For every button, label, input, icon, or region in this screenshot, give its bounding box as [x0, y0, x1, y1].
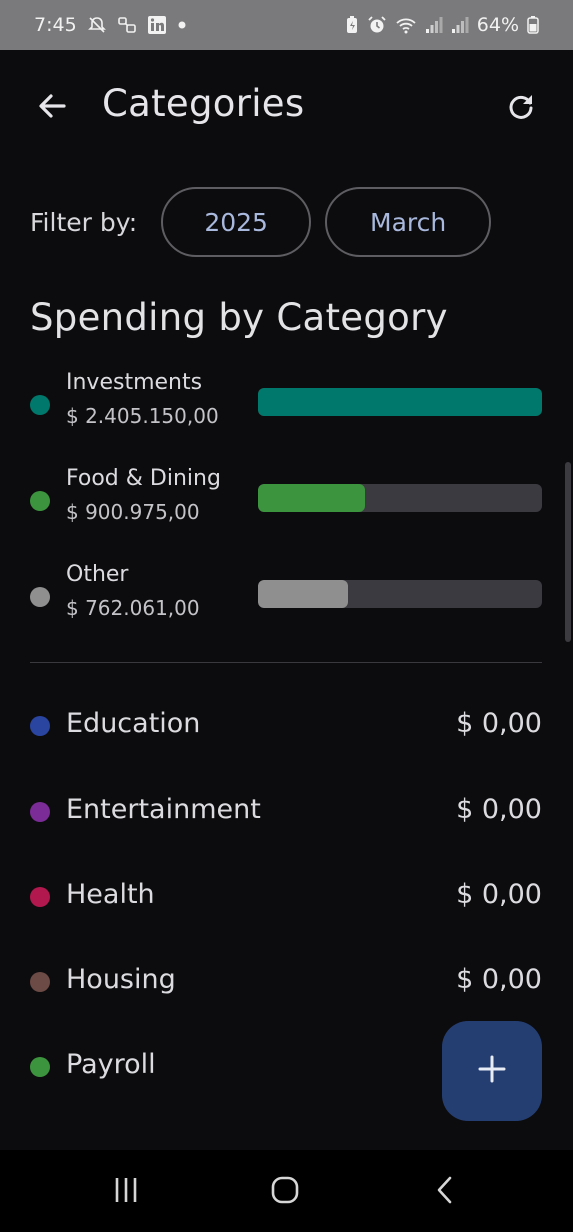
spending-row-other[interactable]: Other $ 762.061,00 [30, 562, 542, 632]
back-icon [431, 1175, 461, 1209]
spending-bar-fill [258, 580, 349, 608]
category-name: Payroll [66, 1049, 156, 1080]
clock: 7:45 [34, 14, 77, 36]
spending-bar-fill [258, 484, 365, 512]
link-icon [117, 15, 137, 35]
dot-icon [177, 20, 187, 30]
signal-icon [425, 15, 443, 35]
back-button[interactable] [30, 86, 74, 130]
spending-bar-track [258, 484, 542, 512]
category-color-dot [30, 972, 50, 992]
category-name: Entertainment [66, 794, 261, 825]
status-bar: 7:45 64% [0, 0, 573, 50]
alarm-icon [367, 15, 387, 35]
category-amount: $ 2.405.150,00 [66, 404, 219, 428]
refresh-icon [505, 90, 537, 126]
recent-apps-button[interactable] [96, 1170, 156, 1214]
category-row-education[interactable]: Education $ 0,00 [30, 696, 542, 756]
category-color-dot [30, 491, 50, 511]
category-amount: $ 0,00 [456, 964, 542, 995]
category-row-entertainment[interactable]: Entertainment $ 0,00 [30, 782, 542, 842]
category-name: Other [66, 562, 129, 587]
category-row-health[interactable]: Health $ 0,00 [30, 867, 542, 927]
filter-row: Filter by: 2025 March [30, 187, 505, 257]
status-bar-right: 64% [345, 14, 539, 36]
nav-back-button[interactable] [416, 1170, 476, 1214]
scrollbar[interactable] [565, 462, 571, 642]
spending-bar-fill [258, 388, 542, 416]
recent-apps-icon [111, 1175, 141, 1209]
divider [30, 662, 542, 663]
category-amount: $ 762.061,00 [66, 596, 200, 620]
notifications-off-icon [87, 15, 107, 35]
category-name: Housing [66, 964, 176, 995]
category-color-dot [30, 395, 50, 415]
home-icon [269, 1174, 301, 1210]
status-bar-left: 7:45 [34, 14, 187, 36]
category-name: Health [66, 879, 155, 910]
spending-row-investments[interactable]: Investments $ 2.405.150,00 [30, 370, 542, 440]
category-amount: $ 0,00 [456, 879, 542, 910]
category-color-dot [30, 587, 50, 607]
spending-bar-track [258, 580, 542, 608]
linkedin-icon [147, 15, 167, 35]
category-amount: $ 0,00 [456, 708, 542, 739]
spending-row-food-dining[interactable]: Food & Dining $ 900.975,00 [30, 466, 542, 536]
category-color-dot [30, 802, 50, 822]
plus-icon [477, 1054, 507, 1088]
category-color-dot [30, 716, 50, 736]
back-arrow-icon [36, 90, 68, 126]
category-row-housing[interactable]: Housing $ 0,00 [30, 952, 542, 1012]
system-nav-bar [0, 1150, 573, 1232]
wifi-icon [395, 15, 417, 35]
battery-icon [527, 15, 539, 35]
month-filter-chip[interactable]: March [325, 187, 492, 257]
refresh-button[interactable] [499, 86, 543, 130]
home-button[interactable] [255, 1170, 315, 1214]
category-color-dot [30, 887, 50, 907]
category-name: Food & Dining [66, 466, 221, 491]
add-category-button[interactable] [442, 1021, 542, 1121]
year-filter-chip[interactable]: 2025 [161, 187, 312, 257]
spending-bar-track [258, 388, 542, 416]
battery-saver-icon [345, 15, 359, 35]
battery-percent: 64% [476, 14, 519, 36]
category-name: Education [66, 708, 201, 739]
section-title: Spending by Category [30, 296, 448, 339]
category-name: Investments [66, 370, 203, 395]
category-amount: $ 0,00 [456, 794, 542, 825]
app-bar: Categories [0, 50, 573, 166]
filter-label: Filter by: [30, 207, 138, 237]
category-color-dot [30, 1057, 50, 1077]
signal-icon [451, 15, 469, 35]
category-amount: $ 900.975,00 [66, 500, 200, 524]
page-title: Categories [102, 82, 305, 125]
